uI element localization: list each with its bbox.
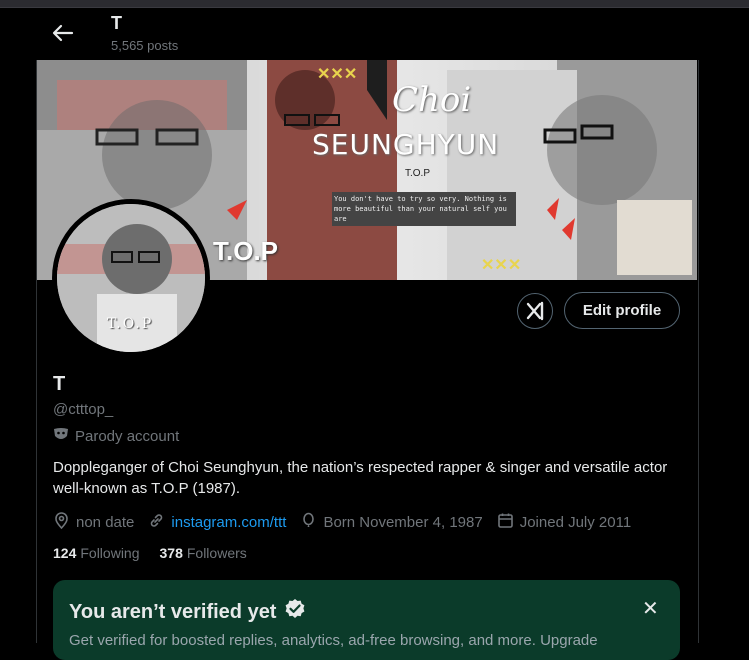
close-icon[interactable]: ✕ [642,596,659,621]
website-link[interactable]: instagram.com/ttt [171,514,286,531]
back-arrow-icon[interactable] [50,24,76,42]
banner-marks-top: ✕✕✕ [317,66,358,83]
website-item[interactable]: instagram.com/ttt [148,512,286,533]
following-count: 124 [53,545,77,561]
profile-avatar[interactable]: T.O.P [52,199,210,357]
grok-icon[interactable] [517,293,553,329]
avatar-tag: T.O.P [107,316,154,332]
joined-text: Joined July 2011 [519,514,632,531]
profile-meta: non date instagram.com/ttt Born November… [53,512,645,533]
verification-title: You aren’t verified yet [69,600,277,623]
profile-bio: Doppleganger of Choi Seunghyun, the nati… [53,459,668,497]
parody-text: Parody account [75,427,180,445]
followers-link[interactable]: 378 Followers [160,545,247,561]
verification-title-row: You aren’t verified yet [69,598,306,626]
birthday-item: Born November 4, 1987 [300,512,483,533]
window-top-bar [0,0,749,8]
location-text: non date [76,514,135,531]
balloon-icon [300,512,317,533]
location-item: non date [53,512,134,533]
verification-card: You aren’t verified yet ✕ Get verified f… [53,580,680,660]
banner-title-name: SEUNGHYUN [312,128,500,161]
follow-counts: 124 Following 378 Followers [53,545,247,561]
banner-marks-bottom: ✕✕✕ [481,257,522,274]
followers-count: 378 [159,545,183,561]
link-icon [148,512,165,533]
banner-title-choi: Choi [392,80,472,120]
banner-subtitle: T.O.P [405,168,431,179]
verified-badge-icon [284,598,306,626]
parody-label: Parody account [53,426,179,446]
edit-profile-button[interactable]: Edit profile [564,292,680,329]
following-link[interactable]: 124 Following [53,545,140,561]
joined-item: Joined July 2011 [497,512,631,533]
calendar-icon [497,512,514,533]
profile-header: T 5,565 posts [0,8,749,60]
followers-label: Followers [186,545,247,561]
verification-text: Get verified for boosted replies, analyt… [69,632,598,649]
banner-tag: T.O.P [213,236,279,266]
avatar-image: T.O.P [57,204,205,352]
header-post-count: 5,565 posts [111,38,179,53]
banner-quote: You don't have to try so very. Nothing i… [332,192,516,226]
mask-icon [53,426,69,446]
birthday-text: Born November 4, 1987 [323,514,483,531]
following-label: Following [80,545,140,561]
profile-handle: @ctttop_ [53,401,114,418]
header-name: T [111,13,122,33]
location-pin-icon [53,512,70,533]
profile-name: T [53,373,66,395]
